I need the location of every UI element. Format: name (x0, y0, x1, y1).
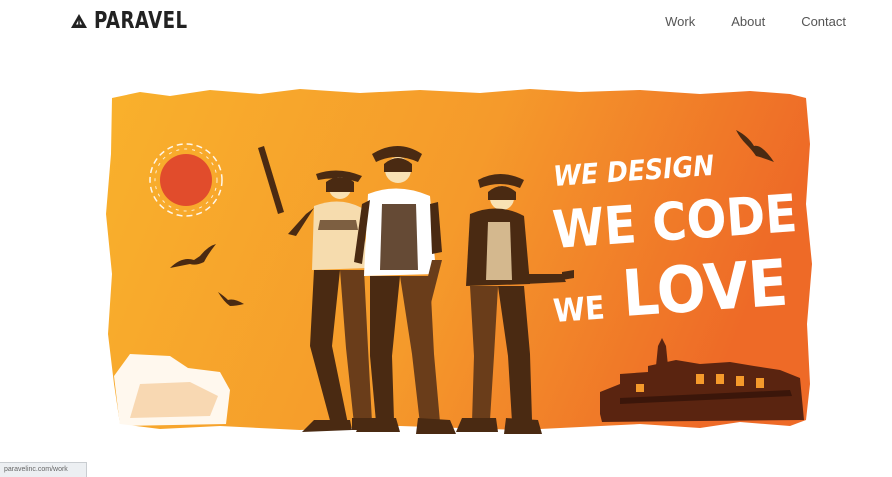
hero-illustration: WE DESIGN WE CODE WE LOVE (106, 89, 812, 434)
nav-work-link[interactable]: Work (665, 14, 695, 29)
nav-about-link[interactable]: About (731, 14, 765, 29)
triangle-logo-icon (71, 14, 87, 28)
hero-banner: WE DESIGN WE CODE WE LOVE (100, 84, 820, 460)
status-bar-url: paravelinc.com/work (0, 462, 87, 477)
main-nav: Work About Contact (665, 14, 846, 29)
headline-we: WE (552, 288, 606, 329)
headline-love: LOVE (620, 247, 790, 332)
logo-link[interactable]: PARAVEL (70, 8, 200, 34)
site-header: PARAVEL Work About Contact (0, 0, 892, 50)
logo-text: PARAVEL (94, 8, 188, 34)
nav-contact-link[interactable]: Contact (801, 14, 846, 29)
